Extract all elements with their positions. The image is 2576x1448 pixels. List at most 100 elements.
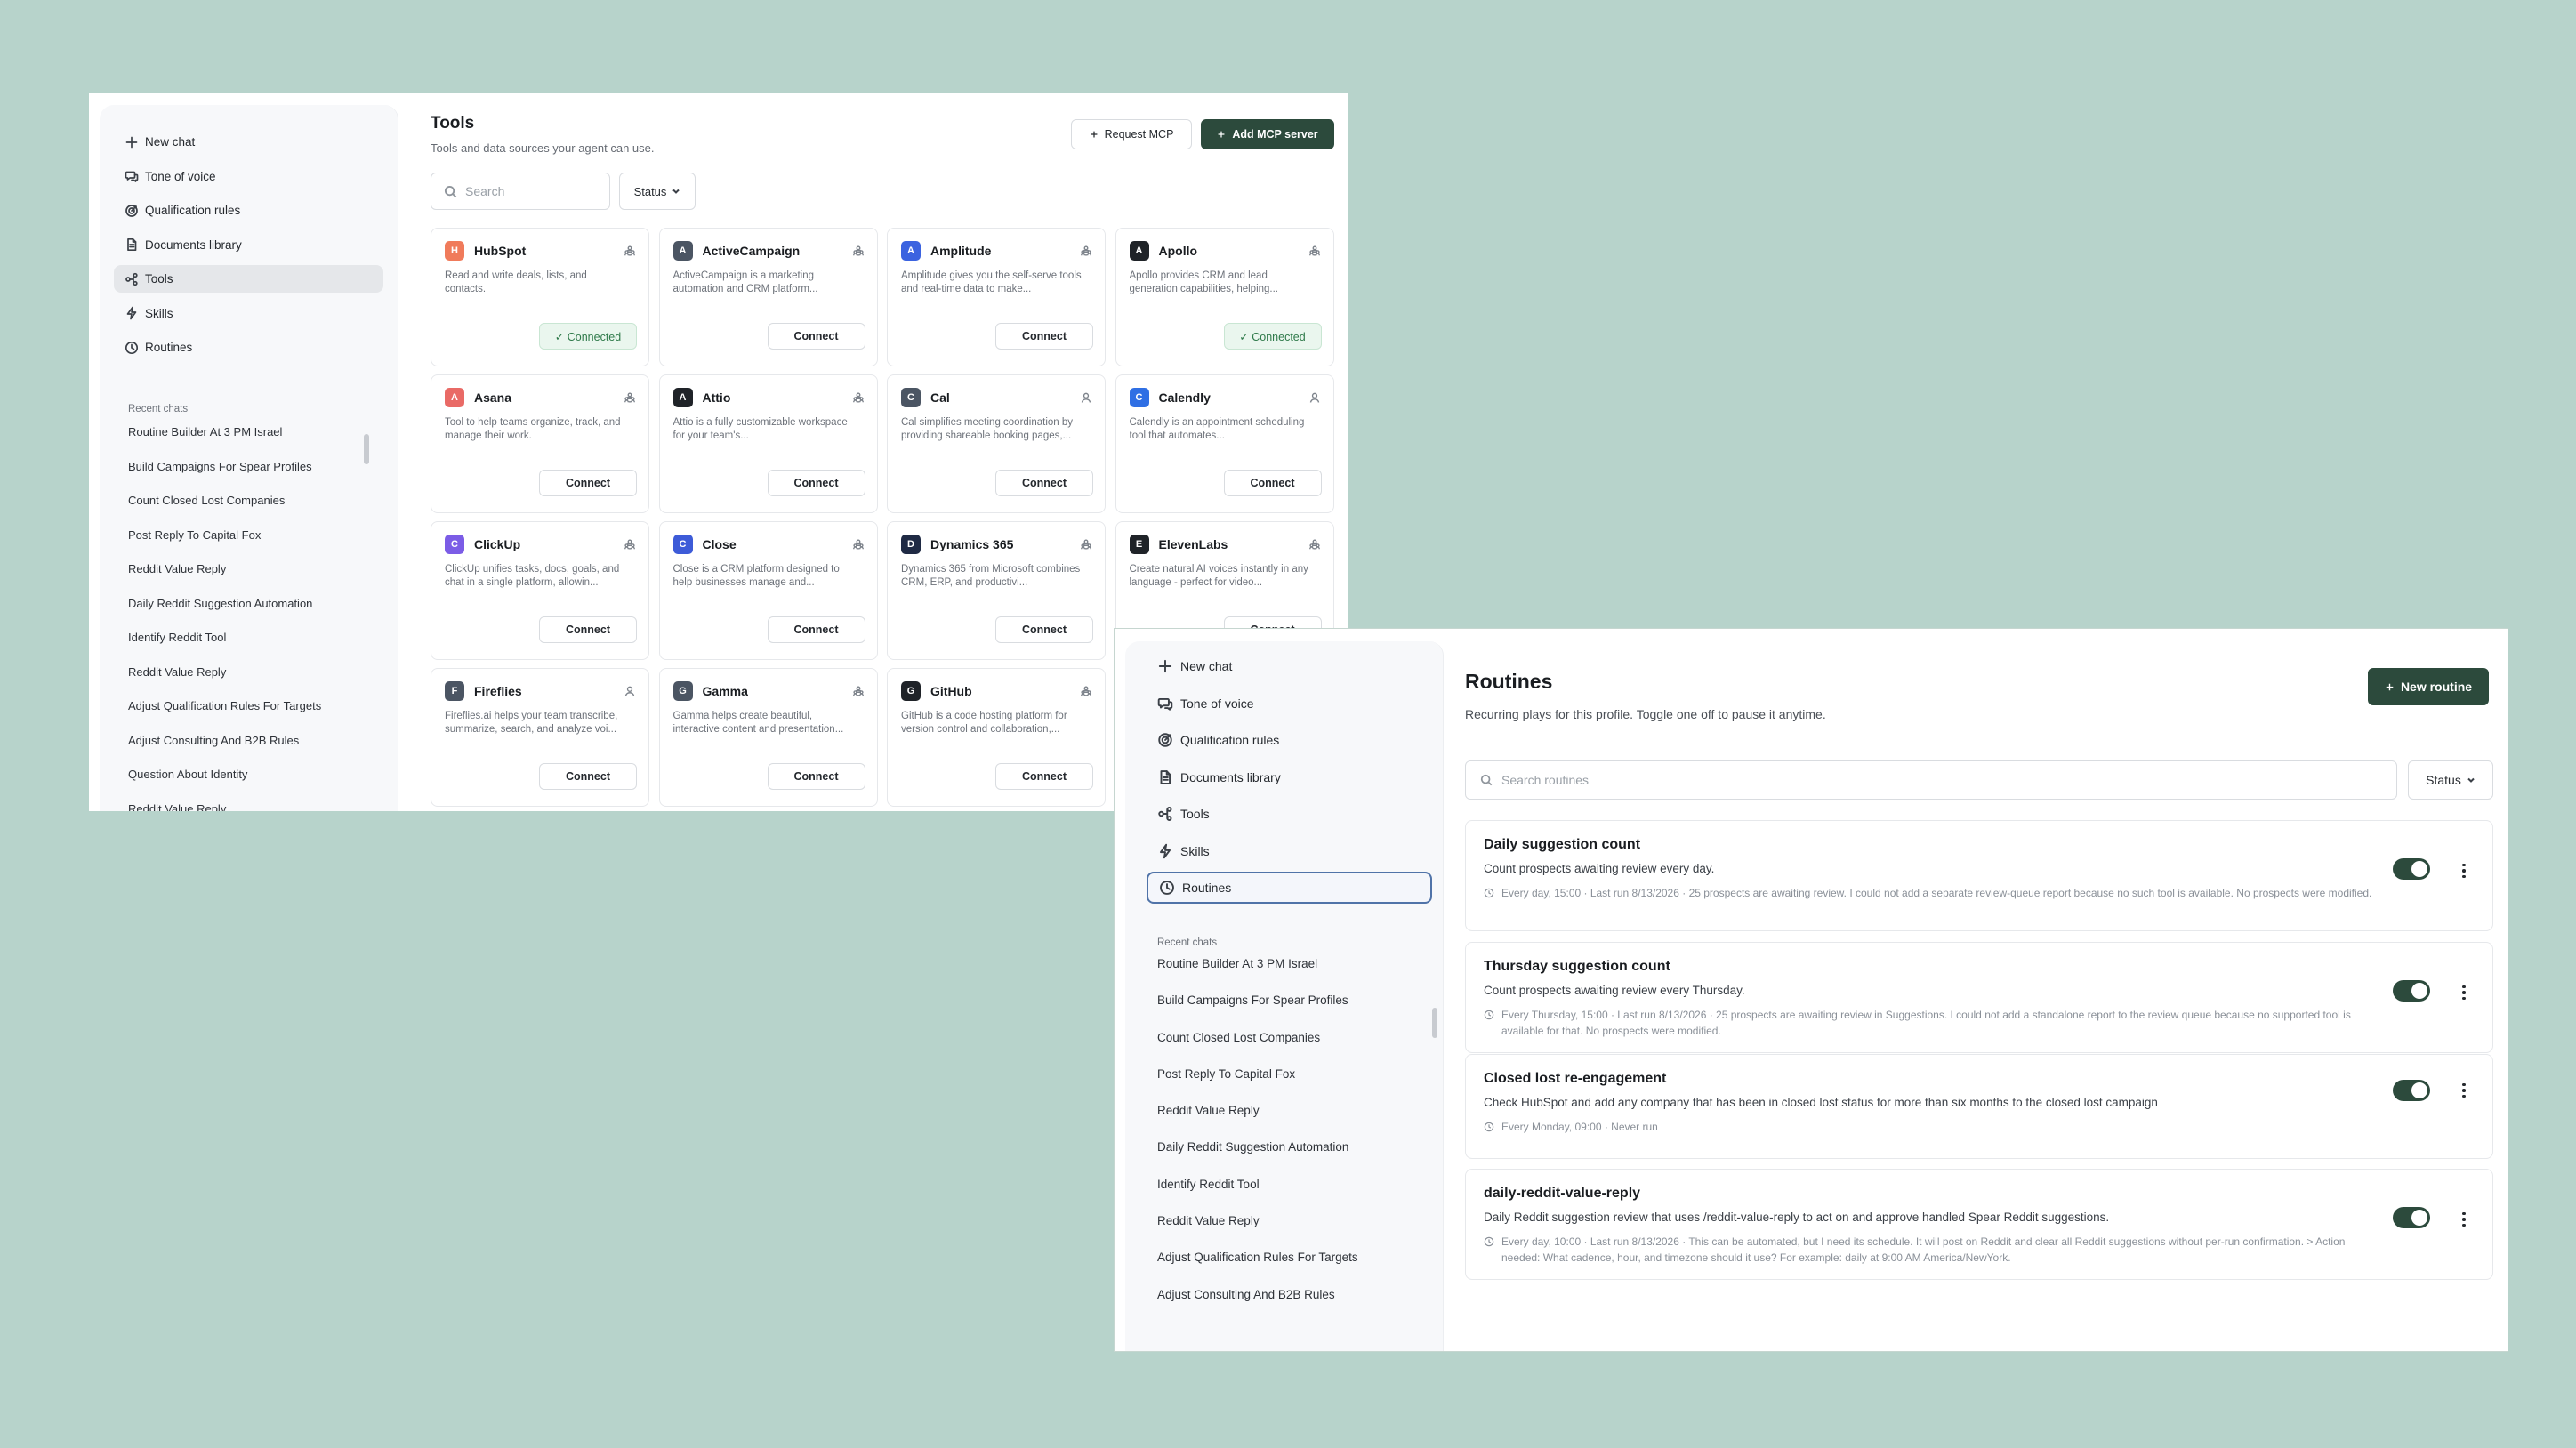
sidebar-item-skills[interactable]: Skills (1147, 835, 1432, 867)
bolt-icon (1157, 843, 1173, 859)
connect-button[interactable]: Connect (995, 763, 1093, 790)
sidebar-item-qualification-rules[interactable]: Qualification rules (1147, 724, 1432, 756)
recent-chat-item[interactable]: Adjust Consulting And B2B Rules (1157, 1288, 1443, 1324)
add-mcp-server-button[interactable]: Add MCP server (1201, 119, 1334, 149)
sidebar-item-routines[interactable]: Routines (1147, 872, 1432, 904)
clock-icon (1484, 1236, 1494, 1247)
sidebar-item-qualification-rules[interactable]: Qualification rules (114, 197, 383, 224)
tool-description: Fireflies.ai helps your team transcribe,… (445, 711, 618, 735)
connect-button[interactable]: Connect (767, 616, 865, 643)
sidebar-item-tone-of-voice[interactable]: Tone of voice (114, 163, 383, 190)
connect-button[interactable]: Connect (539, 470, 637, 496)
tool-card: G Gamma Gamma helps create beautiful, inte… (658, 668, 878, 807)
sidebar-item-tools[interactable]: Tools (1147, 798, 1432, 830)
request-mcp-button[interactable]: Request MCP (1071, 119, 1192, 149)
routine-card: daily-reddit-value-reply Daily Reddit sug… (1465, 1169, 2493, 1280)
more-options-icon[interactable] (2457, 1209, 2471, 1230)
scrollbar-thumb[interactable] (1432, 1008, 1437, 1038)
team-icon (1308, 538, 1321, 551)
routine-toggle[interactable] (2393, 1207, 2430, 1228)
tool-description: Calendly is an appointment scheduling to… (1129, 417, 1305, 441)
tools-icon (1157, 806, 1173, 822)
search-routines-input[interactable]: Search routines (1465, 760, 2397, 800)
tool-card: D Dynamics 365 Dynamics 365 from Microsoft… (887, 521, 1106, 660)
more-options-icon[interactable] (2457, 982, 2471, 1003)
recent-chat-item[interactable]: Build Campaigns For Spear Profiles (128, 460, 398, 495)
connect-button[interactable]: Connect (539, 763, 637, 790)
tool-logo: C (901, 388, 921, 407)
target-icon (1157, 732, 1173, 748)
recent-chat-item[interactable]: Count Closed Lost Companies (1157, 1031, 1443, 1067)
routine-toggle[interactable] (2393, 1080, 2430, 1101)
tool-card: A Attio Attio is a fully customizable work… (658, 374, 878, 513)
tool-description: GitHub is a code hosting platform for ve… (901, 711, 1067, 735)
tool-card: C Cal Cal simplifies meeting coordination … (887, 374, 1106, 513)
recent-chat-item[interactable]: Reddit Value Reply (1157, 1104, 1443, 1140)
connect-button[interactable]: Connect (539, 616, 637, 643)
team-icon (624, 538, 636, 551)
plus-icon (2385, 682, 2395, 692)
connect-button[interactable]: Connect (995, 323, 1093, 350)
recent-chat-item[interactable]: Reddit Value Reply (128, 562, 398, 597)
recent-chats-list: Routine Builder At 3 PM Israel Build Camp… (1157, 957, 1443, 1324)
sidebar-item-tone-of-voice[interactable]: Tone of voice (1147, 688, 1432, 720)
recent-chat-item[interactable]: Daily Reddit Suggestion Automation (1157, 1140, 1443, 1177)
connect-button[interactable]: Connect (767, 470, 865, 496)
new-chat-button[interactable]: New chat (114, 128, 383, 156)
scrollbar-thumb[interactable] (364, 434, 369, 464)
recent-chat-item[interactable]: Adjust Qualification Rules For Targets (1157, 1251, 1443, 1287)
routine-toggle[interactable] (2393, 980, 2430, 1002)
page-subtitle: Tools and data sources your agent can us… (431, 141, 655, 155)
routine-toggle[interactable] (2393, 858, 2430, 880)
connect-button[interactable]: Connect (995, 470, 1093, 496)
recent-chat-item[interactable]: Question About Identity (128, 768, 398, 802)
sidebar: New chat Tone of voice Qualification rul… (100, 105, 398, 811)
recent-chat-item[interactable]: Routine Builder At 3 PM Israel (1157, 957, 1443, 993)
tool-logo: C (445, 535, 464, 554)
routine-schedule: Every day, 15:00 · Last run 8/13/2026 · … (1484, 885, 2386, 901)
connected-button[interactable]: ✓ Connected (539, 323, 637, 350)
sidebar-item-tools[interactable]: Tools (114, 265, 383, 293)
recent-chat-item[interactable]: Reddit Value Reply (1157, 1214, 1443, 1251)
connected-button[interactable]: ✓ Connected (1223, 323, 1322, 350)
toggle-knob (2411, 1210, 2427, 1226)
recent-chat-item[interactable]: Post Reply To Capital Fox (128, 528, 398, 563)
sidebar: New chat Tone of voice Qualification rul… (1125, 641, 1444, 1351)
connect-button[interactable]: Connect (1223, 470, 1322, 496)
recent-chat-item[interactable]: Identify Reddit Tool (128, 631, 398, 665)
status-filter-dropdown[interactable]: Status (2408, 760, 2493, 800)
connect-button[interactable]: Connect (995, 616, 1093, 643)
connect-button[interactable]: Connect (767, 323, 865, 350)
tool-name: Close (702, 537, 737, 551)
routine-schedule: Every day, 10:00 · Last run 8/13/2026 · … (1484, 1234, 2386, 1266)
tool-logo: G (901, 681, 921, 701)
sidebar-item-documents-library[interactable]: Documents library (114, 231, 383, 259)
team-icon (624, 391, 636, 404)
more-options-icon[interactable] (2457, 860, 2471, 881)
tool-description: Close is a CRM platform designed to help… (672, 564, 840, 588)
sidebar-item-routines[interactable]: Routines (114, 334, 383, 361)
new-routine-button[interactable]: New routine (2368, 668, 2489, 705)
recent-chat-item[interactable]: Count Closed Lost Companies (128, 494, 398, 528)
new-chat-button[interactable]: New chat (1147, 650, 1432, 682)
more-options-icon[interactable] (2457, 1080, 2471, 1101)
sidebar-item-documents-library[interactable]: Documents library (1147, 761, 1432, 793)
status-filter-dropdown[interactable]: Status (619, 173, 696, 210)
recent-chat-item[interactable]: Reddit Value Reply (128, 665, 398, 700)
recent-chat-item[interactable]: Adjust Qualification Rules For Targets (128, 699, 398, 734)
recent-chat-item[interactable]: Routine Builder At 3 PM Israel (128, 425, 398, 460)
tool-card: H HubSpot Read and write deals, lists, and… (431, 228, 649, 366)
sidebar-item-skills[interactable]: Skills (114, 300, 383, 327)
recent-chat-item[interactable]: Post Reply To Capital Fox (1157, 1067, 1443, 1104)
recent-chat-item[interactable]: Build Campaigns For Spear Profiles (1157, 993, 1443, 1030)
recent-chat-item[interactable]: Adjust Consulting And B2B Rules (128, 734, 398, 768)
page-subtitle: Recurring plays for this profile. Toggle… (1465, 707, 1826, 721)
user-icon (1308, 391, 1321, 404)
recent-chat-item[interactable]: Identify Reddit Tool (1157, 1178, 1443, 1214)
recent-chat-item[interactable]: Reddit Value Reply (128, 802, 398, 812)
routine-card: Closed lost re-engagement Check HubSpot a… (1465, 1054, 2493, 1159)
team-icon (1308, 245, 1321, 257)
connect-button[interactable]: Connect (767, 763, 865, 790)
search-input[interactable]: Search (431, 173, 610, 210)
recent-chat-item[interactable]: Daily Reddit Suggestion Automation (128, 597, 398, 631)
